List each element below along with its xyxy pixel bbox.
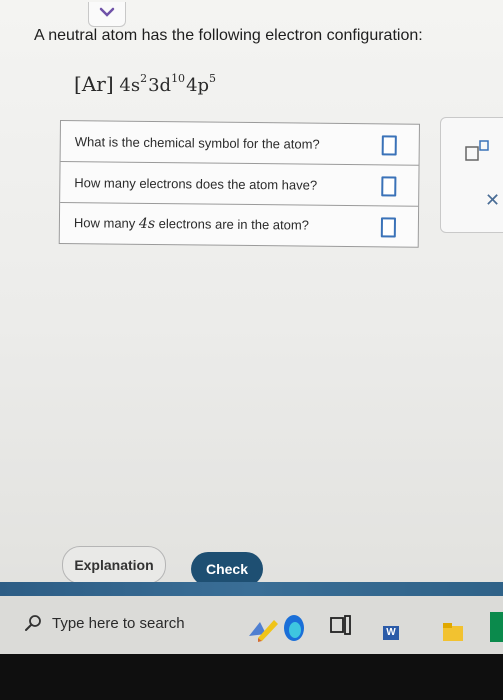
taskbar-search[interactable]: Type here to search — [24, 606, 234, 640]
table-row: How many 4s electrons are in the atom? — [60, 203, 418, 247]
whiteboard-app-icon[interactable] — [246, 614, 282, 644]
pinned-app-icon[interactable] — [490, 612, 503, 642]
screen-bezel — [0, 582, 503, 596]
config-term: 4s2 — [119, 72, 148, 96]
question-panel: A neutral atom has the following electro… — [0, 0, 503, 582]
collapse-toggle[interactable] — [88, 2, 126, 27]
explanation-button[interactable]: Explanation — [62, 546, 166, 582]
task-view-icon[interactable] — [330, 614, 352, 636]
row-label: What is the chemical symbol for the atom… — [74, 133, 320, 152]
search-placeholder: Type here to search — [52, 614, 185, 632]
word-app-icon[interactable]: W — [383, 626, 399, 640]
noble-gas-core: Ar — [81, 72, 106, 96]
question-text: A neutral atom has the following electro… — [34, 27, 423, 44]
4s-electron-count-input[interactable] — [380, 217, 396, 238]
row-label: How many 4s electrons are in the atom? — [73, 215, 310, 233]
superscript-icon[interactable] — [465, 140, 491, 162]
table-row: What is the chemical symbol for the atom… — [60, 121, 419, 166]
math-toolbar: ✕ — [440, 117, 503, 233]
core-bracket: [Ar] — [74, 72, 114, 96]
chevron-down-icon — [99, 7, 115, 17]
answer-table: What is the chemical symbol for the atom… — [58, 120, 420, 248]
table-row: How many electrons does the atom have? — [60, 162, 419, 207]
edge-browser-icon[interactable] — [282, 612, 306, 642]
config-term: 3d10 — [148, 72, 186, 96]
file-explorer-icon[interactable] — [442, 622, 464, 642]
check-button[interactable]: Check — [191, 552, 263, 582]
laptop-bezel — [0, 654, 503, 700]
chemical-symbol-input[interactable] — [381, 135, 397, 156]
config-term: 4p5 — [186, 72, 217, 96]
search-icon — [25, 615, 41, 631]
electron-configuration: [Ar] 4s23d104p5 — [74, 72, 217, 96]
electron-count-input[interactable] — [381, 176, 397, 197]
close-icon[interactable]: ✕ — [485, 190, 500, 211]
row-label: How many electrons does the atom have? — [74, 174, 318, 193]
